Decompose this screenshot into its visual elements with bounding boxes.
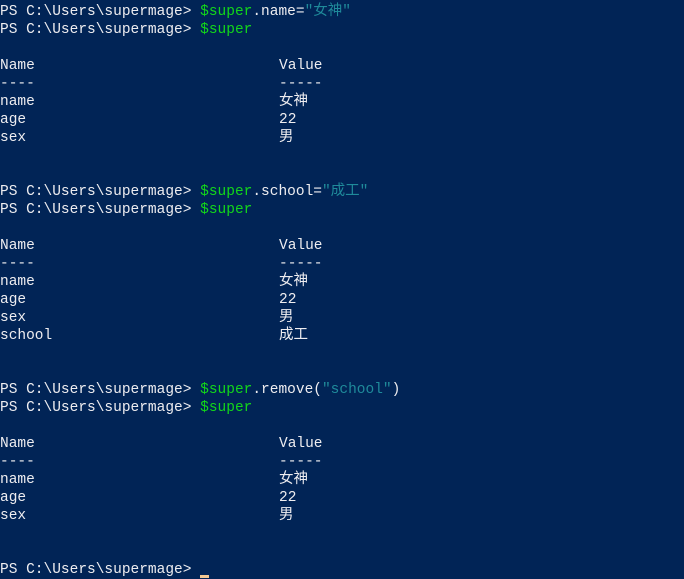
header-name: Name bbox=[0, 436, 35, 452]
command-line: PS C:\Users\supermage> $super.name="女神" bbox=[0, 3, 351, 21]
header-name: Name bbox=[0, 58, 35, 74]
row-value: 女神 bbox=[279, 472, 308, 488]
row-value: 女神 bbox=[279, 94, 308, 110]
table-row: age 22 bbox=[0, 291, 684, 309]
prompt: PS C:\Users\supermage> bbox=[0, 202, 201, 218]
method-call: .remove( bbox=[252, 382, 322, 398]
prompt: PS C:\Users\supermage> bbox=[0, 562, 201, 578]
powershell-terminal[interactable]: PS C:\Users\supermage> $super.name="女神" … bbox=[0, 0, 684, 579]
prompt: PS C:\Users\supermage> bbox=[0, 184, 201, 200]
table-header: Name Value bbox=[0, 57, 684, 75]
string-literal: "school" bbox=[321, 382, 392, 398]
row-value: 22 bbox=[279, 112, 297, 128]
member-assignment: .school= bbox=[252, 184, 322, 200]
header-value: Value bbox=[279, 436, 323, 452]
rule-value: ----- bbox=[279, 454, 323, 470]
command-line: PS C:\Users\supermage> $super.remove("sc… bbox=[0, 381, 400, 399]
string-literal: "女神" bbox=[304, 4, 351, 20]
command-line: PS C:\Users\supermage> $super bbox=[0, 201, 252, 219]
row-name: age bbox=[0, 112, 27, 128]
prompt: PS C:\Users\supermage> bbox=[0, 22, 201, 38]
rule-value: ----- bbox=[279, 76, 323, 92]
table-rule: ---- ----- bbox=[0, 255, 684, 273]
table-header: Name Value bbox=[0, 237, 684, 255]
command-line: PS C:\Users\supermage> $super.school="成工… bbox=[0, 183, 368, 201]
row-value: 男 bbox=[279, 130, 294, 146]
variable: $super bbox=[200, 4, 253, 20]
rule-value: ----- bbox=[279, 256, 323, 272]
table-row: name 女神 bbox=[0, 471, 684, 489]
rule-name: ---- bbox=[0, 256, 35, 272]
active-prompt-line[interactable]: PS C:\Users\supermage> bbox=[0, 561, 210, 579]
command-line: PS C:\Users\supermage> $super bbox=[0, 399, 252, 417]
row-value: 女神 bbox=[279, 274, 308, 290]
table-row: school 成工 bbox=[0, 327, 684, 345]
variable: $super bbox=[200, 184, 253, 200]
string-literal: "成工" bbox=[321, 184, 369, 200]
header-value: Value bbox=[279, 238, 323, 254]
table-row: sex 男 bbox=[0, 129, 684, 147]
table-row: sex 男 bbox=[0, 507, 684, 525]
row-name: name bbox=[0, 274, 35, 290]
variable: $super bbox=[200, 382, 253, 398]
close-paren: ) bbox=[391, 382, 401, 398]
table-rule: ---- ----- bbox=[0, 75, 684, 93]
rule-name: ---- bbox=[0, 76, 35, 92]
prompt: PS C:\Users\supermage> bbox=[0, 400, 201, 416]
row-value: 22 bbox=[279, 292, 297, 308]
variable: $super bbox=[200, 202, 253, 218]
table-row: name 女神 bbox=[0, 273, 684, 291]
row-name: sex bbox=[0, 310, 27, 326]
row-value: 22 bbox=[279, 490, 297, 506]
row-value: 成工 bbox=[279, 328, 308, 344]
prompt: PS C:\Users\supermage> bbox=[0, 382, 201, 398]
row-name: sex bbox=[0, 130, 27, 146]
row-name: age bbox=[0, 292, 27, 308]
table-row: age 22 bbox=[0, 111, 684, 129]
row-name: age bbox=[0, 490, 27, 506]
table-row: age 22 bbox=[0, 489, 684, 507]
command-line: PS C:\Users\supermage> $super bbox=[0, 21, 252, 39]
table-row: sex 男 bbox=[0, 309, 684, 327]
prompt: PS C:\Users\supermage> bbox=[0, 4, 201, 20]
row-name: school bbox=[0, 328, 53, 344]
row-name: name bbox=[0, 472, 35, 488]
table-rule: ---- ----- bbox=[0, 453, 684, 471]
row-name: sex bbox=[0, 508, 27, 524]
variable: $super bbox=[200, 22, 253, 38]
table-row: name 女神 bbox=[0, 93, 684, 111]
variable: $super bbox=[200, 400, 253, 416]
row-name: name bbox=[0, 94, 35, 110]
rule-name: ---- bbox=[0, 454, 35, 470]
member-assignment: .name= bbox=[252, 4, 305, 20]
table-header: Name Value bbox=[0, 435, 684, 453]
header-value: Value bbox=[279, 58, 323, 74]
row-value: 男 bbox=[279, 508, 294, 524]
row-value: 男 bbox=[279, 310, 294, 326]
header-name: Name bbox=[0, 238, 35, 254]
